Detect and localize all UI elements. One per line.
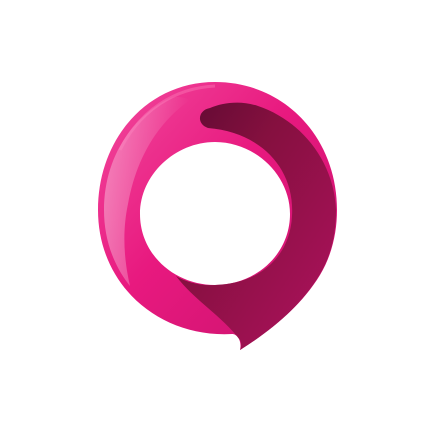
ring-speech-bubble-logo-icon	[98, 82, 337, 350]
canvas	[0, 0, 434, 434]
